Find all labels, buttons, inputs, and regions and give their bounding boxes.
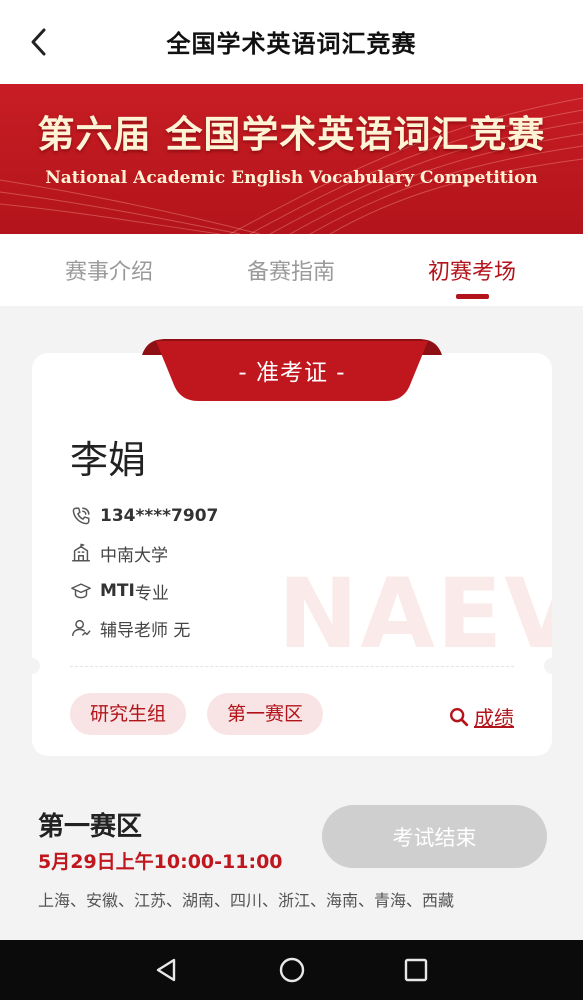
ticket-notch-right xyxy=(544,658,552,674)
score-link[interactable]: 成绩 xyxy=(448,702,514,731)
graduation-cap-icon xyxy=(71,583,91,599)
tab-bar: 赛事介绍 备赛指南 初赛考场 xyxy=(0,234,583,306)
ticket-divider xyxy=(70,666,514,667)
search-icon xyxy=(450,707,469,726)
tab-preliminary[interactable]: 初赛考场 xyxy=(375,254,569,286)
tag-region-one: 第一赛区 xyxy=(207,693,324,735)
tutor-text: 辅导老师 无 xyxy=(100,620,191,641)
system-navigation-bar xyxy=(0,940,583,1000)
tab-intro[interactable]: 赛事介绍 xyxy=(12,254,206,286)
page-title: 全国学术英语词汇竞赛 xyxy=(166,30,417,58)
banner-subtitle: National Academic English Vocabulary Com… xyxy=(45,168,538,188)
exam-time: 5月29日上午10:00-11:00 xyxy=(38,851,283,873)
region-provinces: 上海、安徽、江苏、湖南、四川、浙江、海南、青海、西藏 xyxy=(38,891,455,910)
app-header: 全国学术英语词汇竞赛 xyxy=(0,0,583,84)
phone-number: 134****7907 xyxy=(100,506,219,526)
admission-ticket-card: NAEV 李娟 134****7907 中南大学 MTI 专业 辅导老师 无 研… xyxy=(32,353,552,756)
tab-guide[interactable]: 备赛指南 xyxy=(194,254,388,286)
school-row: 中南大学 xyxy=(70,540,168,566)
active-tab-indicator xyxy=(456,294,489,299)
phone-row: 134****7907 xyxy=(70,503,218,529)
recents-square-icon[interactable] xyxy=(401,955,431,985)
tutor-row: 辅导老师 无 xyxy=(70,615,190,641)
phone-icon xyxy=(72,507,90,525)
ticket-notch-left xyxy=(32,658,40,674)
exam-ended-button[interactable]: 考试结束 xyxy=(322,805,547,868)
home-circle-icon[interactable] xyxy=(277,955,307,985)
major-row: MTI 专业 xyxy=(70,578,169,604)
competition-banner: 第六届 全国学术英语词汇竞赛 National Academic English… xyxy=(0,84,583,234)
banner-title: 第六届 全国学术英语词汇竞赛 xyxy=(37,112,546,156)
back-triangle-icon[interactable] xyxy=(152,955,182,985)
naev-watermark: NAEV xyxy=(278,558,552,670)
school-building-icon xyxy=(72,543,90,562)
ribbon-label: - 准考证 - xyxy=(238,360,346,386)
admission-ticket-ribbon: - 准考证 - xyxy=(142,339,442,403)
region-title: 第一赛区 xyxy=(38,812,143,842)
major-prefix: MTI xyxy=(100,581,135,601)
candidate-name: 李娟 xyxy=(70,438,147,482)
tag-graduate-group: 研究生组 xyxy=(70,693,187,735)
major-suffix: 专业 xyxy=(134,583,169,604)
score-label: 成绩 xyxy=(474,706,514,730)
school-name: 中南大学 xyxy=(100,545,168,566)
tutor-person-icon xyxy=(72,619,91,637)
